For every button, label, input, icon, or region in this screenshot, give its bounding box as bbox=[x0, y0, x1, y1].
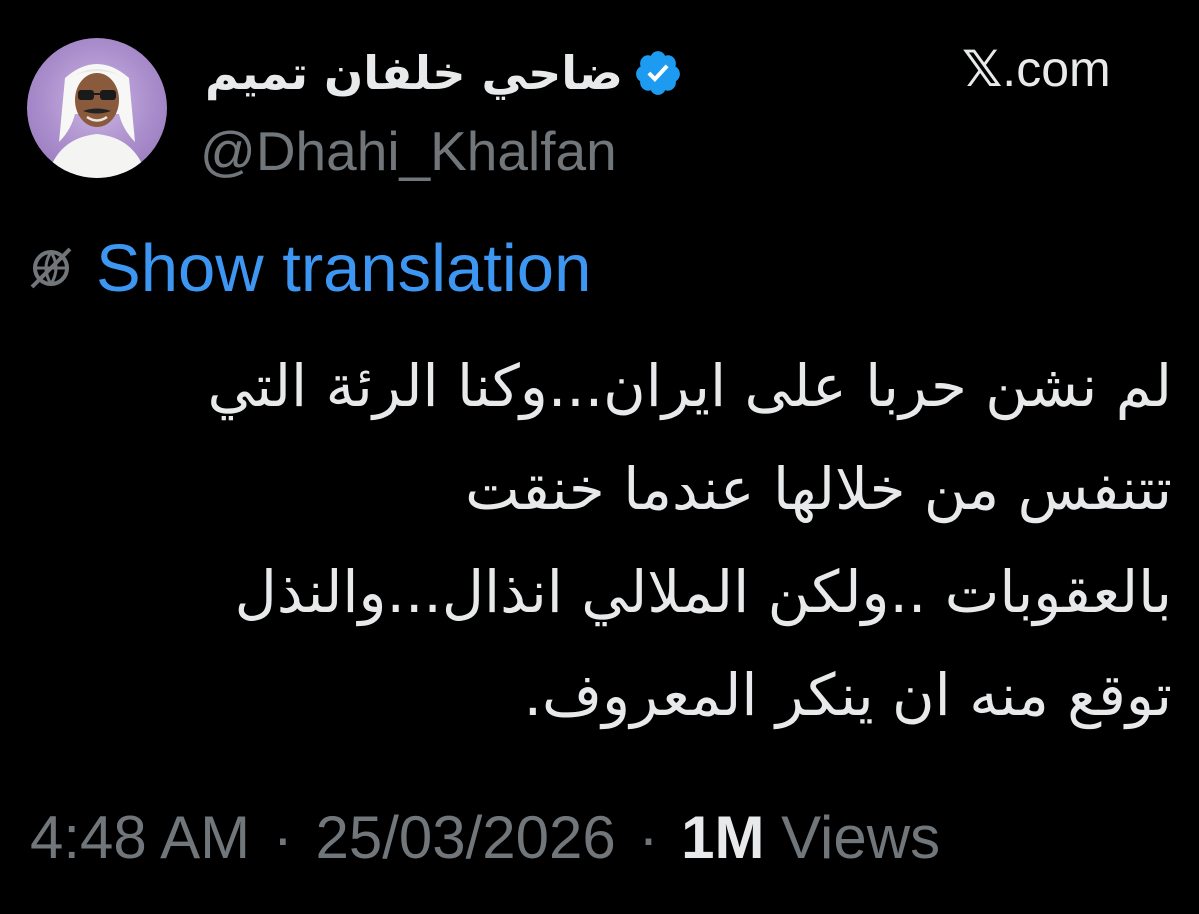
tweet-text: لم نشن حربا على ايران...وكنا الرئة التي … bbox=[52, 335, 1172, 747]
tweet-meta: 4:48 AM · 25/03/2026 · 1M Views bbox=[30, 808, 940, 868]
tweet-card: ضاحي خلفان تميم @Dhahi_Khalfan 𝕏.com Sho… bbox=[0, 0, 1199, 914]
meta-separator: · bbox=[638, 804, 659, 871]
x-logo-icon: 𝕏 bbox=[962, 40, 1003, 98]
show-translation-link[interactable]: Show translation bbox=[96, 235, 591, 302]
site-label: 𝕏.com bbox=[962, 44, 1111, 94]
verified-badge-icon bbox=[636, 51, 680, 95]
author-handle[interactable]: @Dhahi_Khalfan bbox=[200, 124, 617, 179]
site-domain: .com bbox=[1002, 41, 1111, 97]
tweet-date[interactable]: 25/03/2026 bbox=[315, 804, 615, 871]
avatar-image bbox=[47, 64, 147, 178]
views-count[interactable]: 1M bbox=[681, 804, 764, 871]
views-label: Views bbox=[781, 804, 941, 871]
meta-separator: · bbox=[272, 804, 293, 871]
author-header[interactable]: ضاحي خلفان تميم bbox=[205, 38, 683, 108]
globe-icon bbox=[30, 247, 72, 289]
tweet-text-line: تتنفس من خلالها عندما خنقت bbox=[465, 455, 1172, 523]
tweet-text-line: توقع منه ان ينكر المعروف. bbox=[523, 661, 1172, 729]
avatar[interactable] bbox=[27, 38, 167, 178]
tweet-text-line: لم نشن حربا على ايران...وكنا الرئة التي bbox=[207, 352, 1172, 420]
tweet-text-line: بالعقوبات ..ولكن الملالي انذال...والنذل bbox=[234, 558, 1172, 626]
show-translation-button[interactable]: Show translation bbox=[28, 228, 591, 308]
author-name[interactable]: ضاحي خلفان تميم bbox=[205, 50, 623, 96]
tweet-time[interactable]: 4:48 AM bbox=[30, 804, 250, 871]
